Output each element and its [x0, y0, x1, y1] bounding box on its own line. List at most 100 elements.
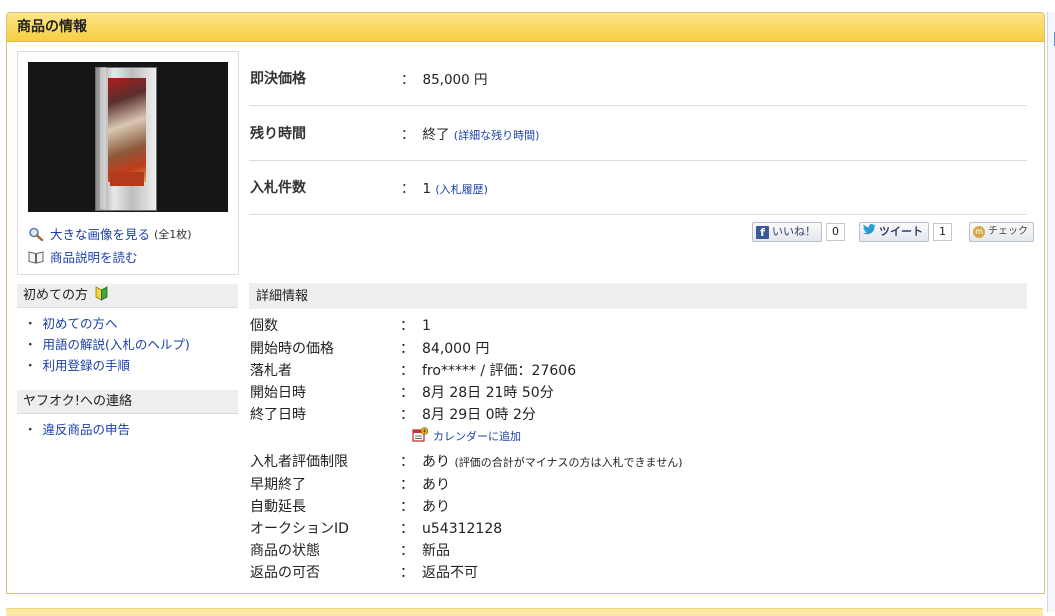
beginner-mark-icon	[95, 286, 108, 310]
twitter-tweet: ツイート 1	[859, 222, 952, 242]
list-item: ・違反商品の申告	[24, 422, 131, 437]
list-item: ・初めての方へ	[24, 316, 118, 331]
detail-key: 商品の状態	[250, 543, 320, 559]
thumbnail-label	[110, 172, 144, 186]
beginners-heading: 初めての方	[17, 284, 238, 308]
description-link[interactable]: 商品説明を読む	[50, 247, 138, 266]
calendar-add-row: カレンダーに追加	[412, 427, 521, 445]
detail-note: (評価の合計がマイナスの方は入札できません)	[454, 456, 683, 469]
detail-key: 個数	[250, 318, 278, 334]
like-button[interactable]: f いいね！	[752, 222, 822, 242]
detail-value: u54312128	[422, 521, 503, 537]
contact-title: ヤフオク!への連絡	[23, 394, 132, 409]
detail-value-wrap: ： 新品	[400, 540, 450, 562]
detail-value: 1	[422, 318, 431, 334]
facebook-like: f いいね！ 0	[752, 222, 845, 242]
check-label: チェック	[988, 226, 1028, 237]
detail-value: 84,000 円	[422, 341, 490, 357]
list-item: ・用語の解説(入札のヘルプ)	[24, 337, 190, 352]
thumbnail-shine	[100, 67, 106, 209]
link-registration[interactable]: 利用登録の手順	[43, 358, 131, 373]
colon: ：	[400, 454, 414, 470]
twitter-bird-icon	[863, 223, 876, 241]
link-beginners-guide[interactable]: 初めての方へ	[43, 316, 118, 331]
link-glossary[interactable]: 用語の解説(入札のヘルプ)	[43, 337, 190, 352]
description-row: 商品説明を読む	[28, 247, 138, 266]
colon: ：	[400, 543, 414, 559]
calendar-icon	[412, 427, 429, 445]
detail-value: あり	[422, 454, 450, 470]
image-box: 大きな画像を見る (全1枚) 商品説明を読む	[17, 51, 239, 275]
detail-value: あり	[422, 499, 450, 515]
detail-value-wrap: ： あり	[400, 496, 450, 518]
buyout-price-row: 即決価格 ： 85,000 円	[249, 51, 1027, 106]
colon: ：	[400, 477, 414, 493]
details-heading: 詳細情報	[249, 283, 1027, 309]
detail-value: 8月 29日 0時 2分	[422, 407, 536, 423]
detail-value: あり	[422, 477, 450, 493]
buyout-label: 即決価格	[250, 71, 306, 87]
bids-label: 入札件数	[250, 180, 306, 196]
large-image-row: 大きな画像を見る (全1枚)	[28, 224, 192, 243]
bid-history-link[interactable]: (入札履歴)	[435, 183, 488, 196]
bids-value: 1	[422, 181, 432, 197]
detail-value-wrap: ： あり	[400, 474, 450, 496]
image-count: (全1枚)	[154, 227, 192, 241]
check-button[interactable]: m チェック	[969, 222, 1034, 242]
colon: ：	[400, 521, 414, 537]
beginners-list: ・初めての方へ ・用語の解説(入札のヘルプ) ・利用登録の手順	[24, 313, 190, 376]
detail-key: 入札者評価制限	[250, 454, 348, 470]
remaining-label: 残り時間	[250, 126, 306, 142]
bid-count-row: 入札件数 ： 1 (入札履歴)	[249, 160, 1027, 215]
detail-value-wrap: ： 1	[400, 315, 431, 337]
facebook-icon: f	[756, 225, 769, 239]
colon: ：	[400, 318, 414, 334]
remaining-value-wrap: ： 終了 (詳細な残り時間)	[401, 123, 539, 143]
detail-value-wrap: ： あり (評価の合計がマイナスの方は入札できません)	[400, 451, 683, 474]
detail-value-wrap: ： 返品不可	[400, 562, 478, 584]
contact-heading: ヤフオク!への連絡	[17, 390, 238, 414]
detail-key: 早期終了	[250, 477, 306, 493]
detail-key: 開始時の価格	[250, 341, 334, 357]
like-label: いいね！	[772, 225, 816, 238]
buyout-value: 85,000 円	[422, 72, 488, 88]
colon: ：	[400, 407, 414, 423]
detail-value: fro***** / 評価：27606	[422, 363, 577, 379]
list-item: ・利用登録の手順	[24, 358, 131, 373]
right-edge-scroll	[1047, 12, 1055, 612]
detail-value-wrap: ： 8月 29日 0時 2分	[400, 404, 536, 426]
remaining-time-row: 残り時間 ： 終了 (詳細な残り時間)	[249, 106, 1027, 161]
detail-value: 返品不可	[422, 565, 478, 581]
contact-list: ・違反商品の申告	[24, 419, 130, 440]
remaining-detail-link[interactable]: (詳細な残り時間)	[454, 129, 540, 142]
colon: ：	[400, 341, 414, 357]
detail-value: 新品	[422, 543, 450, 559]
bids-value-wrap: ： 1 (入札履歴)	[401, 177, 488, 197]
mixi-icon: m	[973, 226, 985, 238]
colon: ：	[401, 127, 415, 143]
colon: ：	[400, 363, 414, 379]
tweet-button[interactable]: ツイート	[859, 222, 929, 242]
beginners-title: 初めての方	[23, 288, 89, 303]
detail-key: 終了日時	[250, 407, 306, 423]
detail-value-wrap: ： 8月 28日 21時 50分	[400, 382, 554, 404]
buyout-value-wrap: ： 85,000 円	[401, 68, 488, 88]
detail-key: 開始日時	[250, 385, 306, 401]
tweet-count: 1	[933, 223, 952, 241]
panel-title: 商品の情報	[7, 13, 1044, 42]
detail-value-wrap: ： fro***** / 評価：27606	[400, 360, 576, 382]
colon: ：	[400, 565, 414, 581]
large-image-link[interactable]: 大きな画像を見る	[50, 224, 150, 243]
calendar-add-link[interactable]: カレンダーに追加	[433, 428, 521, 444]
link-report-violation[interactable]: 違反商品の申告	[43, 422, 131, 437]
detail-value: 8月 28日 21時 50分	[422, 385, 554, 401]
detail-value-wrap: ： u54312128	[400, 518, 502, 540]
detail-value-wrap: ： 84,000 円	[400, 338, 489, 360]
detail-key: 落札者	[250, 363, 292, 379]
mixi-check: m チェック	[969, 222, 1034, 242]
item-thumbnail[interactable]	[28, 62, 228, 212]
book-icon	[28, 250, 44, 264]
tweet-label: ツイート	[879, 225, 923, 238]
colon: ：	[401, 181, 415, 197]
thumbnail-art	[108, 78, 146, 182]
